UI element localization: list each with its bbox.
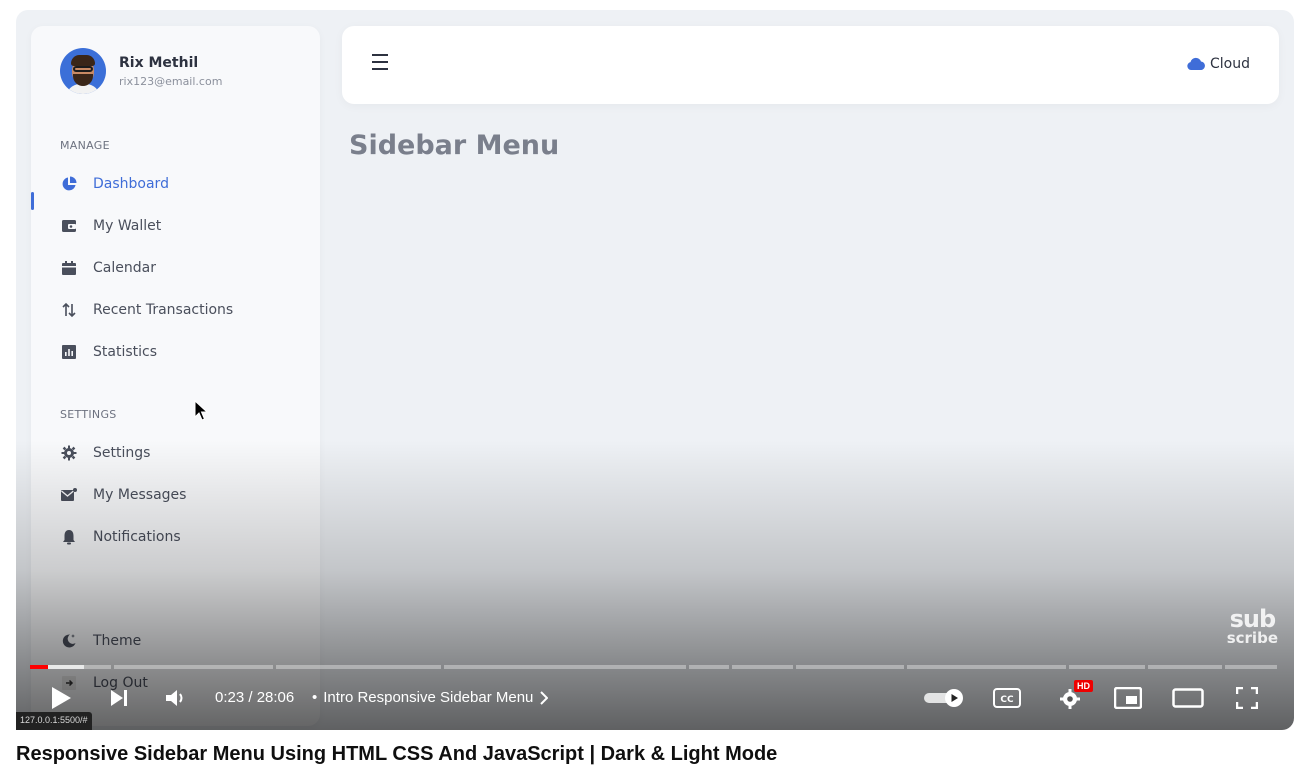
next-button[interactable] [106, 683, 132, 713]
profile-email: rix123@email.com [119, 74, 223, 88]
sidebar-item-label: Recent Transactions [93, 302, 234, 318]
sidebar-item-notifications[interactable]: Notifications [60, 525, 181, 549]
fullscreen-button[interactable] [1232, 683, 1262, 713]
sidebar-item-label: My Wallet [93, 218, 162, 234]
profile-name: Rix Methil [119, 54, 199, 71]
section-label-settings: SETTINGS [60, 408, 117, 421]
sidebar-item-label: Statistics [93, 344, 157, 360]
sidebar-item-dashboard[interactable]: Dashboard [60, 172, 169, 196]
video-player[interactable]: Rix Methil rix123@email.com MANAGE Dashb… [16, 10, 1294, 730]
captions-button[interactable]: CC [991, 683, 1023, 713]
player-controls: 0:23 / 28:06 • Intro Responsive Sidebar … [16, 679, 1294, 719]
avatar [60, 48, 106, 94]
bullet-separator: • [312, 689, 318, 706]
sidebar-item-label: Dashboard [93, 176, 169, 192]
sidebar-item-label: My Messages [93, 487, 187, 503]
sidebar-item-transactions[interactable]: Recent Transactions [60, 298, 233, 322]
sidebar-item-theme[interactable]: Theme [60, 629, 141, 653]
sidebar-item-label: Theme [93, 633, 142, 649]
sidebar-item-label: Notifications [93, 529, 181, 545]
sidebar-item-messages[interactable]: My Messages [60, 483, 186, 507]
wallet-icon [60, 217, 78, 235]
envelope-icon [60, 486, 78, 504]
app-sidebar: Rix Methil rix123@email.com MANAGE Dashb… [31, 26, 320, 726]
page-title: Sidebar Menu [349, 130, 560, 161]
subscribe-watermark[interactable]: sub scribe [1227, 607, 1278, 645]
sidebar-item-wallet[interactable]: My Wallet [60, 214, 161, 238]
sidebar-item-label: Calendar [93, 260, 156, 276]
theater-mode-button[interactable] [1171, 683, 1205, 713]
time-display: 0:23 / 28:06 [215, 689, 295, 706]
bell-icon [60, 528, 78, 546]
chapter-title[interactable]: • Intro Responsive Sidebar Menu [312, 689, 549, 706]
status-bar-url: 127.0.0.1:5500/# [16, 712, 92, 730]
brand-logo[interactable]: Cloud [1186, 56, 1250, 72]
volume-button[interactable] [164, 683, 190, 713]
transfer-arrows-icon [60, 301, 78, 319]
mouse-cursor-icon [194, 399, 209, 426]
chapter-label: Intro Responsive Sidebar Menu [323, 689, 534, 706]
progress-played [30, 665, 48, 669]
hd-badge: HD [1074, 680, 1093, 692]
sidebar-item-calendar[interactable]: Calendar [60, 256, 156, 280]
calendar-icon [60, 259, 78, 277]
gear-icon [60, 444, 78, 462]
miniplayer-button[interactable] [1112, 683, 1144, 713]
brand-name: Cloud [1210, 56, 1250, 72]
sidebar-item-statistics[interactable]: Statistics [60, 340, 157, 364]
profile[interactable]: Rix Methil rix123@email.com [60, 48, 222, 94]
autoplay-toggle[interactable] [921, 683, 967, 713]
progress-bar[interactable] [30, 665, 1278, 669]
section-label-manage: MANAGE [60, 139, 110, 152]
bar-chart-icon [60, 343, 78, 361]
topbar: Cloud [342, 26, 1279, 104]
pie-chart-icon [60, 175, 78, 193]
play-button[interactable] [48, 683, 74, 713]
moon-icon [60, 632, 78, 650]
cloud-icon [1186, 57, 1206, 71]
sidebar-item-settings[interactable]: Settings [60, 441, 150, 465]
sidebar-item-label: Settings [93, 445, 151, 461]
svg-text:CC: CC [1000, 695, 1014, 705]
chevron-right-icon [540, 690, 549, 705]
video-title[interactable]: Responsive Sidebar Menu Using HTML CSS A… [16, 743, 777, 766]
progress-buffered [48, 665, 84, 669]
hamburger-menu-button[interactable] [372, 54, 394, 74]
active-indicator [31, 192, 34, 210]
